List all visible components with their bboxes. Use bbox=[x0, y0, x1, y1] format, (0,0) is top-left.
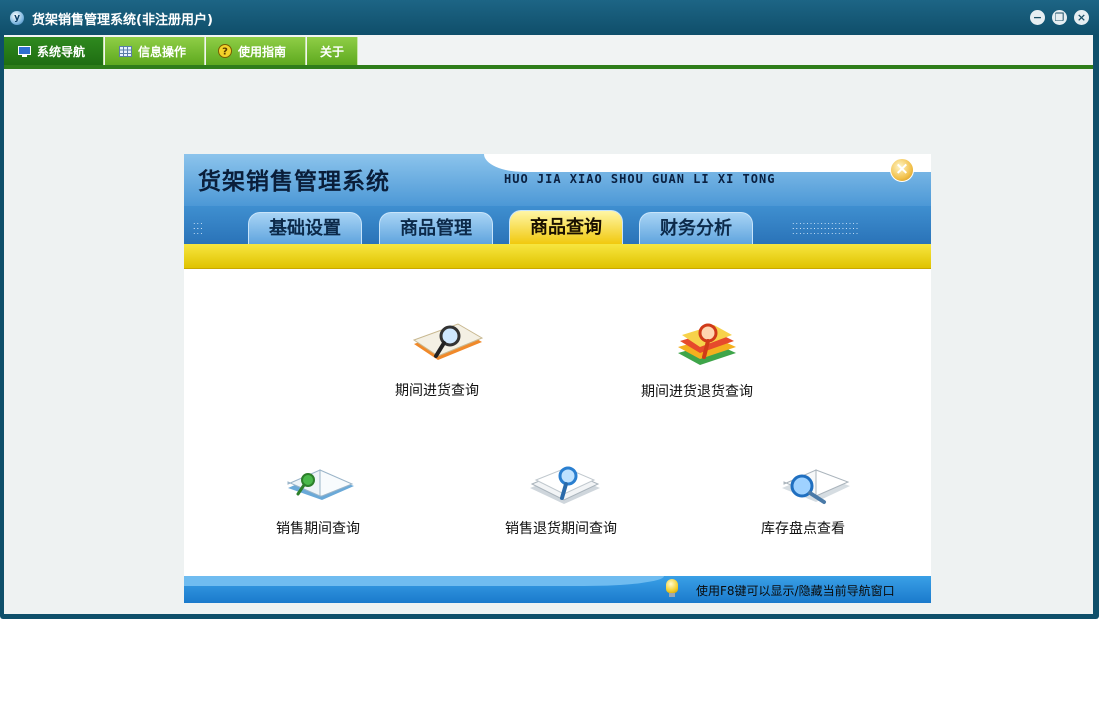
item-sales-return-period-query[interactable]: 销售退货期间查询 bbox=[505, 518, 617, 538]
svg-text:?: ? bbox=[222, 47, 228, 58]
minimize-button[interactable]: − bbox=[1030, 10, 1045, 25]
dots-decoration: ⁚⁚⁚⁚⁚⁚⁚⁚⁚⁚⁚⁚⁚⁚⁚⁚⁚⁚⁚ ⁚⁚⁚⁚⁚⁚⁚⁚⁚⁚⁚⁚⁚⁚⁚⁚⁚⁚⁚ bbox=[792, 222, 860, 236]
menu-info-operations[interactable]: 信息操作 bbox=[105, 37, 205, 65]
grid-icon bbox=[119, 45, 132, 57]
restore-button[interactable]: ❐ bbox=[1052, 10, 1067, 25]
tab-basic-settings[interactable]: 基础设置 bbox=[248, 212, 362, 244]
panel-pinyin: HUO JIA XIAO SHOU GUAN LI XI TONG bbox=[504, 172, 776, 186]
tab-financial-analysis[interactable]: 财务分析 bbox=[639, 212, 753, 244]
menu-label: 关于 bbox=[319, 44, 344, 59]
item-period-purchase-query[interactable]: 期间进货查询 bbox=[395, 380, 479, 400]
menu-system-navigation[interactable]: 系统导航 bbox=[4, 37, 104, 65]
app-logo-icon: y bbox=[10, 11, 24, 25]
panel-title: 货架销售管理系统 bbox=[198, 169, 390, 195]
panel-tab-strip: ⁚⁚⁚ ⁚⁚⁚ 基础设置 商品管理 商品查询 财务分析 ⁚⁚⁚⁚⁚⁚⁚⁚⁚⁚⁚⁚⁚… bbox=[184, 206, 931, 244]
menu-bar: 系统导航 信息操作 ? 使用指南 关于 bbox=[4, 35, 1093, 65]
panel-header: 货架销售管理系统 HUO JIA XIAO SHOU GUAN LI XI TO… bbox=[184, 154, 931, 206]
help-icon: ? bbox=[218, 44, 232, 58]
item-inventory-check-view[interactable]: 库存盘点查看 bbox=[761, 518, 845, 538]
navigation-panel: 货架销售管理系统 HUO JIA XIAO SHOU GUAN LI XI TO… bbox=[184, 154, 931, 603]
tab-product-query[interactable]: 商品查询 bbox=[509, 210, 623, 244]
window-title: 货架销售管理系统(非注册用户) bbox=[32, 13, 213, 28]
footer-tip: 使用F8键可以显示/隐藏当前导航窗口 bbox=[696, 584, 895, 598]
menu-user-guide[interactable]: ? 使用指南 bbox=[206, 37, 306, 65]
monitor-icon bbox=[18, 45, 31, 57]
item-period-purchase-return-query[interactable]: 期间进货退货查询 bbox=[641, 381, 753, 401]
lightbulb-icon bbox=[666, 579, 678, 593]
panel-footer: 使用F8键可以显示/隐藏当前导航窗口 bbox=[184, 576, 931, 603]
open-book-icon[interactable] bbox=[286, 460, 356, 508]
book-search-icon[interactable] bbox=[780, 462, 852, 510]
panel-close-button[interactable]: × bbox=[890, 158, 914, 182]
menu-about[interactable]: 关于 bbox=[307, 37, 358, 65]
menu-label: 系统导航 bbox=[37, 44, 86, 59]
item-sales-period-query[interactable]: 销售期间查询 bbox=[276, 518, 360, 538]
papers-magnifier-icon[interactable] bbox=[528, 460, 602, 508]
menu-label: 使用指南 bbox=[238, 44, 287, 59]
panel-stripe bbox=[184, 244, 931, 269]
app-window: y 货架销售管理系统(非注册用户) − ❐ × 系统导航 信息操作 ? 使用指南… bbox=[0, 0, 1099, 619]
tab-product-management[interactable]: 商品管理 bbox=[379, 212, 493, 244]
magnifier-book-icon[interactable] bbox=[410, 316, 486, 366]
title-bar[interactable]: y 货架销售管理系统(非注册用户) − ❐ × bbox=[0, 0, 1099, 35]
close-button[interactable]: × bbox=[1074, 10, 1089, 25]
book-stack-magnifier-icon[interactable] bbox=[674, 317, 740, 369]
menu-label: 信息操作 bbox=[138, 44, 187, 59]
dots-decoration: ⁚⁚⁚ ⁚⁚⁚ bbox=[193, 222, 204, 236]
